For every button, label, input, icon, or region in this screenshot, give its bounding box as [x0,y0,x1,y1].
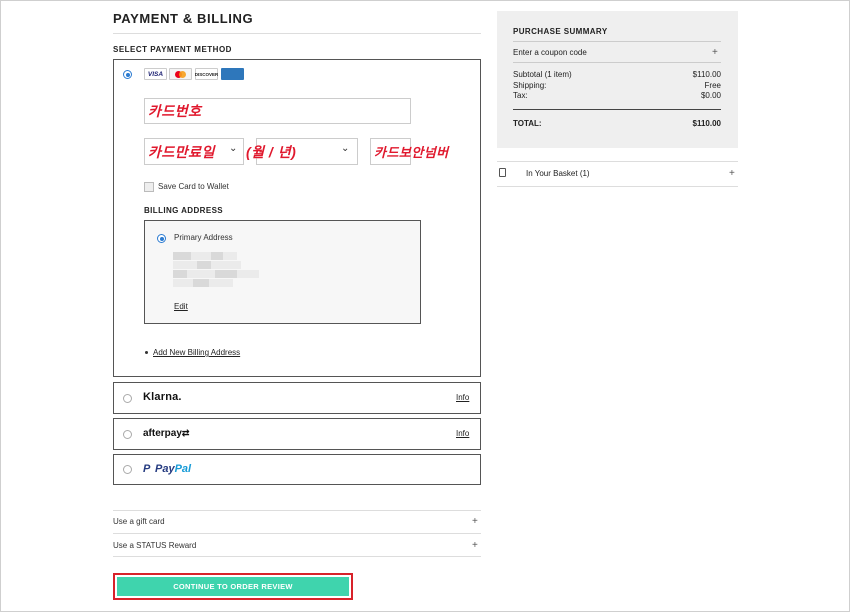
subtotal-label: Subtotal (1 item) [513,70,572,79]
klarna-logo: Klarna. [143,391,182,403]
visa-logo-text: VISA [147,70,164,78]
redacted-address-block [173,252,259,294]
tax-label: Tax: [513,91,528,100]
status-reward-toggle[interactable]: Use a STATUS Reward [113,541,196,550]
expiry-annotation: 카드만료일 [148,144,215,160]
plus-icon[interactable]: + [729,168,735,179]
klarna-radio[interactable] [123,394,132,403]
total-value: $110.00 [692,119,721,128]
save-card-label: Save Card to Wallet [158,182,229,191]
plus-icon[interactable]: + [712,47,718,58]
purchase-summary-panel: PURCHASE SUMMARY Enter a coupon code + S… [497,11,738,148]
total-label: TOTAL: [513,119,542,128]
subtotal-value: $110.00 [692,70,721,79]
afterpay-logo-text: afterpay [143,428,182,439]
primary-address-label: Primary Address [174,233,233,242]
paypal-logo-pay: Pay [155,463,175,475]
page-title: PAYMENT & BILLING [113,11,254,26]
klarna-info-link[interactable]: Info [456,393,469,402]
primary-address-radio[interactable] [157,234,166,243]
divider [113,556,481,557]
paypal-logo: PayPal [155,463,191,475]
mastercard-logo-icon [169,68,192,80]
basket-toggle[interactable]: In Your Basket (1) [526,169,590,178]
amex-logo-icon [221,68,244,80]
save-card-checkbox[interactable] [144,182,154,192]
cvv-annotation: 카드보안넘버 [374,145,449,160]
paypal-logo-pal: Pal [174,463,192,475]
divider [497,186,738,187]
paypal-radio[interactable] [123,465,132,474]
shipping-value: Free [704,81,721,90]
divider [113,510,481,511]
expiry-format-annotation: (월 / 년) [246,144,297,160]
section-label-payment-method: SELECT PAYMENT METHOD [113,45,232,54]
afterpay-info-link[interactable]: Info [456,429,469,438]
discover-logo-text: DISCOVER [194,71,219,77]
divider [113,533,481,534]
coupon-code-toggle[interactable]: Enter a coupon code [513,48,587,57]
tax-value: $0.00 [700,91,721,100]
chevron-down-icon: ⌄ [229,143,238,154]
plus-icon[interactable]: + [472,540,478,551]
divider [513,109,721,110]
continue-button-label: CONTINUE TO ORDER REVIEW [117,577,349,596]
bullet-icon [145,351,148,354]
shipping-label: Shipping: [513,81,547,90]
card-number-annotation: 카드번호 [148,103,202,119]
divider [513,62,721,63]
continue-to-order-review-button[interactable]: CONTINUE TO ORDER REVIEW [113,573,353,600]
divider [513,41,721,42]
basket-icon [499,168,506,177]
purchase-summary-title: PURCHASE SUMMARY [513,27,608,36]
plus-icon[interactable]: + [472,516,478,527]
chevron-down-icon: ⌄ [341,143,350,154]
card-radio[interactable] [123,70,132,79]
title-divider [113,33,481,34]
afterpay-logo: afterpay⇄ [143,428,190,439]
edit-address-link[interactable]: Edit [174,302,188,311]
divider [497,161,738,162]
billing-address-heading: BILLING ADDRESS [144,206,224,215]
afterpay-radio[interactable] [123,430,132,439]
paypal-icon: P [143,463,151,475]
visa-logo-icon: VISA [144,68,167,80]
discover-logo-icon: DISCOVER [195,68,218,80]
add-new-billing-address-link[interactable]: Add New Billing Address [153,348,240,357]
gift-card-toggle[interactable]: Use a gift card [113,517,165,526]
